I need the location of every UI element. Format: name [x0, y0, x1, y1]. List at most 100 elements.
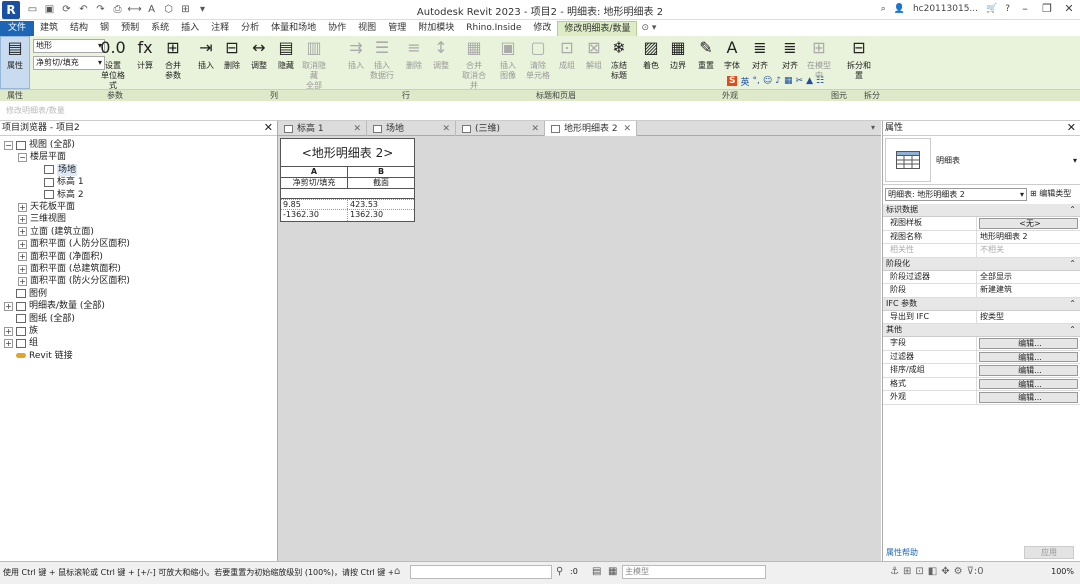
type-selector[interactable]: 地形 — [33, 39, 105, 53]
ribbon-extra-icon[interactable]: ⊙ ▾ — [641, 21, 656, 36]
ribbon-button[interactable]: fx 计算 — [130, 37, 160, 71]
tree-item[interactable]: + 面积平面 (防火分区面积) — [18, 275, 130, 287]
tree-item[interactable]: − 视图 (全部) — [4, 139, 75, 151]
filter-selector[interactable]: 净剪切/填充 — [33, 56, 105, 70]
ribbon-button[interactable]: ≣ 对齐 — [745, 37, 775, 71]
expand-icon[interactable]: + — [4, 301, 13, 311]
user-name[interactable]: hc20113015... — [913, 4, 978, 14]
column-header-a[interactable]: 净剪切/填充 — [281, 178, 347, 188]
column-letter-b[interactable]: B — [347, 167, 414, 177]
tree-item[interactable]: + 面积平面 (净面积) — [18, 251, 103, 263]
property-value[interactable]: 新建建筑 — [977, 284, 1080, 297]
close-icon[interactable]: ✕ — [623, 122, 631, 136]
ime-icon[interactable]: 英 — [740, 75, 749, 88]
ribbon-tab[interactable]: 修改 — [527, 21, 557, 36]
ribbon-tab[interactable]: 体量和场地 — [265, 21, 322, 36]
expand-icon[interactable]: + — [18, 202, 27, 212]
tree-item[interactable]: + 立面 (建筑立面) — [18, 226, 94, 238]
tree-item[interactable]: − 楼层平面 — [18, 151, 66, 163]
table-row[interactable]: 9.85 423.53 — [281, 199, 414, 210]
view-tab[interactable]: 标高 1 ✕ — [278, 121, 367, 136]
property-edit-button[interactable]: 编辑... — [979, 378, 1078, 389]
ribbon-tab[interactable]: 文件 — [0, 21, 35, 36]
ribbon-tab[interactable]: 系统 — [145, 21, 175, 36]
3d-view-icon[interactable]: ⬡ — [162, 3, 175, 16]
tree-item[interactable]: 标高 1 — [32, 176, 84, 188]
property-group-header[interactable]: 其他 — [883, 324, 1080, 337]
revit-logo-icon[interactable]: R — [2, 0, 20, 19]
close-icon[interactable]: ✕ — [442, 122, 450, 136]
sync-icon[interactable]: ⟳ — [60, 3, 73, 16]
face-select-icon[interactable]: ◧ — [928, 566, 937, 577]
ribbon-button[interactable]: ☰ 插入 数据行 — [367, 37, 397, 81]
ribbon-tab[interactable]: 视图 — [352, 21, 382, 36]
tree-item[interactable]: + 天花板平面 — [18, 201, 75, 213]
property-value[interactable]: 按类型 — [977, 311, 1080, 324]
tree-item[interactable]: 场地 — [32, 163, 78, 176]
pinned-select-icon[interactable]: ⊡ — [915, 566, 923, 577]
property-group-header[interactable]: 标识数据 — [883, 204, 1080, 217]
tree-item[interactable]: 图例 — [4, 288, 47, 300]
schedule-table[interactable]: <地形明细表 2> A B 净剪切/填充 截面 9.85 423.53 -136… — [280, 138, 415, 222]
ribbon-tab[interactable]: 管理 — [382, 21, 412, 36]
tree-item[interactable]: + 族 — [4, 325, 38, 337]
ribbon-button[interactable]: A 字体 — [717, 37, 747, 71]
design-option-icon[interactable]: ▦ — [608, 566, 617, 577]
close-icon[interactable]: ✕ — [531, 122, 539, 136]
property-value[interactable]: 地形明细表 2 — [977, 231, 1080, 244]
table-cell[interactable]: 9.85 — [281, 200, 347, 209]
ribbon-button[interactable]: ▢ 清除 单元格 — [523, 37, 553, 81]
ribbon-tab[interactable]: 附加模块 — [412, 21, 460, 36]
tree-item[interactable]: 图纸 (全部) — [4, 313, 75, 325]
tree-item[interactable]: Revit 链接 — [4, 350, 73, 362]
table-cell[interactable]: 423.53 — [347, 200, 414, 209]
restore-icon[interactable]: ❐ — [1040, 2, 1054, 15]
tree-item[interactable]: 标高 2 — [32, 189, 84, 201]
schedule-title[interactable]: <地形明细表 2> — [281, 139, 414, 167]
ribbon-tab[interactable]: 预制 — [115, 21, 145, 36]
close-icon[interactable]: ✕ — [1062, 2, 1076, 15]
table-cell[interactable]: 1362.30 — [347, 210, 414, 221]
close-hidden-icon[interactable]: ⊞ — [179, 3, 192, 16]
ribbon-button[interactable]: ≣ 对齐 — [775, 37, 805, 71]
view-tab[interactable]: 场地 ✕ — [367, 121, 456, 136]
ribbon-tab[interactable]: 修改明细表/数量 — [557, 21, 638, 36]
ribbon-button[interactable]: ⊞ 合并 参数 — [158, 37, 188, 81]
table-cell[interactable]: -1362.30 — [281, 210, 347, 221]
expand-icon[interactable]: + — [4, 326, 13, 336]
ribbon-button[interactable]: ▨ 着色 — [636, 37, 666, 71]
close-icon[interactable]: ✕ — [264, 121, 273, 135]
property-group-header[interactable]: IFC 参数 — [883, 297, 1080, 311]
expand-icon[interactable]: + — [4, 338, 13, 348]
expand-icon[interactable]: + — [18, 276, 27, 286]
search-icon[interactable]: ⌕ — [881, 4, 886, 14]
workset-combo[interactable] — [410, 565, 552, 579]
ribbon-button[interactable]: 0.0 设置 单位格式 — [98, 37, 128, 91]
ribbon-tab[interactable]: 分析 — [235, 21, 265, 36]
workset-icon[interactable]: ⌂ — [394, 566, 400, 577]
property-edit-button[interactable]: <无> — [979, 218, 1078, 229]
expand-icon[interactable]: + — [18, 214, 27, 224]
column-header-b[interactable]: 截面 — [347, 178, 414, 188]
ribbon-button[interactable]: ❄ 冻结 标题 — [604, 37, 634, 81]
tree-item[interactable]: + 面积平面 (人防分区面积) — [18, 238, 130, 250]
ribbon-button[interactable]: ≡ 删除 — [399, 37, 429, 71]
property-edit-button[interactable]: 编辑... — [979, 365, 1078, 376]
minimize-icon[interactable]: – — [1018, 2, 1032, 15]
text-icon[interactable]: A — [145, 3, 158, 16]
ribbon-button[interactable]: ⊡ 成组 — [552, 37, 582, 71]
ribbon-button[interactable]: ⊟ 删除 — [217, 37, 247, 71]
open-icon[interactable]: ▭ — [26, 3, 39, 16]
tab-menu-icon[interactable]: ▾ — [871, 121, 881, 135]
ime-icon[interactable]: °, — [753, 76, 760, 86]
underlay-select-icon[interactable]: ⊞ — [903, 566, 911, 577]
ribbon-button[interactable]: ↔ 调整 — [244, 37, 274, 71]
column-letter-a[interactable]: A — [281, 167, 347, 177]
property-edit-button[interactable]: 编辑... — [979, 392, 1078, 403]
print-icon[interactable]: ⎙ — [111, 3, 124, 16]
link-select-icon[interactable]: ⚓ — [890, 566, 899, 577]
ribbon-tab[interactable]: 协作 — [322, 21, 352, 36]
undo-icon[interactable]: ↶ — [77, 3, 90, 16]
ribbon-tab[interactable]: 插入 — [175, 21, 205, 36]
properties-help-link[interactable]: 属性帮助 — [886, 547, 918, 558]
